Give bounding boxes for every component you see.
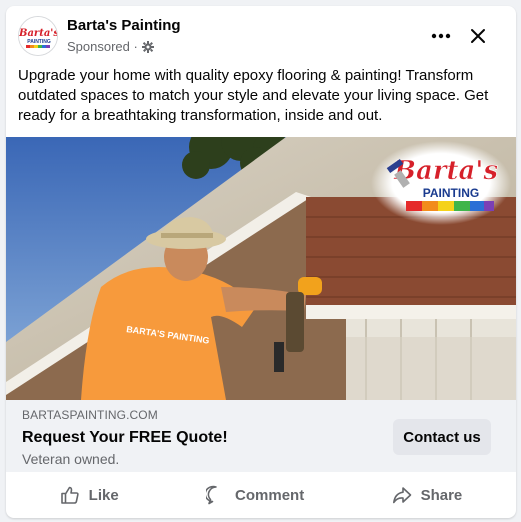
comment-icon xyxy=(206,485,217,505)
page-avatar[interactable]: Barta's PAINTING xyxy=(18,16,58,56)
avatar-logo-sub: PAINTING xyxy=(27,39,51,45)
more-icon xyxy=(431,33,451,39)
like-icon xyxy=(60,486,79,504)
sponsored-post-card: Barta's PAINTING Barta's Painting Sponso… xyxy=(6,6,516,518)
share-label: Share xyxy=(420,486,463,504)
link-description: Veteran owned. xyxy=(22,451,120,467)
share-button[interactable]: Share xyxy=(392,485,463,505)
like-label: Like xyxy=(88,486,119,504)
page-name[interactable]: Barta's Painting xyxy=(67,17,181,34)
share-icon xyxy=(392,487,411,504)
logo-sub: PAINTING xyxy=(423,186,479,200)
avatar-logo-image: Barta's PAINTING xyxy=(19,17,58,55)
post-header: Barta's PAINTING Barta's Painting Sponso… xyxy=(6,6,516,66)
link-preview[interactable]: BARTASPAINTING.COM Request Your FREE Quo… xyxy=(6,400,516,472)
post-caption: Upgrade your home with quality epoxy flo… xyxy=(18,67,489,124)
link-domain: BARTASPAINTING.COM xyxy=(22,408,158,422)
more-options-button[interactable] xyxy=(426,24,456,48)
close-icon xyxy=(471,29,485,43)
comment-label: Comment xyxy=(235,486,305,504)
ad-image[interactable]: BARTA'S PAINTING Barta's PAINTING xyxy=(6,137,516,400)
brand-logo: Barta's PAINTING xyxy=(371,141,511,225)
contact-us-button[interactable]: Contact us xyxy=(393,419,491,455)
sponsored-label: Sponsored · xyxy=(67,39,154,54)
sponsored-text: Sponsored · xyxy=(67,39,138,54)
hide-post-button[interactable] xyxy=(464,22,492,50)
comment-button[interactable]: Comment xyxy=(206,485,304,505)
post-actions: Like Comment Share xyxy=(6,472,516,518)
gear-icon[interactable] xyxy=(141,40,154,53)
link-headline[interactable]: Request Your FREE Quote! xyxy=(22,429,228,447)
logo-name: Barta's xyxy=(393,156,498,186)
avatar-logo-name: Barta's xyxy=(19,28,58,39)
like-button[interactable]: Like xyxy=(60,485,119,505)
